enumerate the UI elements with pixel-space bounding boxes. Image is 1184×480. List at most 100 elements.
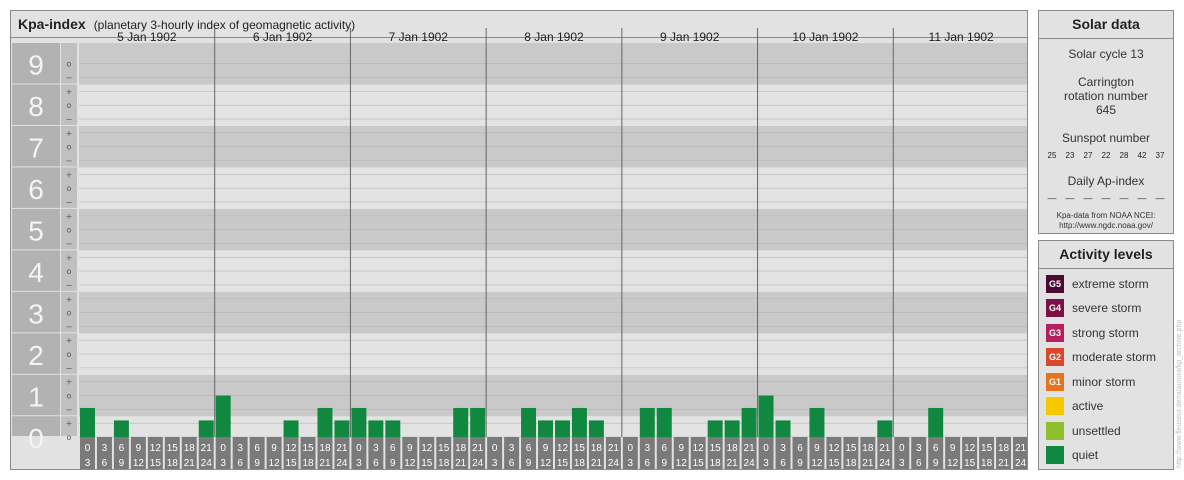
kp-bar bbox=[453, 407, 469, 437]
interval-end-label: 6 bbox=[780, 458, 786, 469]
interval-end-label: 24 bbox=[1015, 458, 1027, 469]
interval-start-label: 3 bbox=[237, 443, 243, 454]
interval-start-label: 18 bbox=[862, 443, 874, 454]
interval-end-label: 24 bbox=[201, 458, 213, 469]
interval-end-label: 3 bbox=[85, 458, 91, 469]
interval-end-label: 6 bbox=[509, 458, 515, 469]
sunspot-value: 22 bbox=[1101, 151, 1111, 160]
kp-bar bbox=[80, 407, 95, 437]
interval-start-label: 12 bbox=[964, 443, 976, 454]
interval-start-label: 9 bbox=[543, 443, 549, 454]
activity-level-item: G1 minor storm bbox=[1039, 372, 1173, 392]
interval-end-label: 15 bbox=[285, 458, 297, 469]
kp-bar bbox=[198, 420, 214, 437]
interval-end-label: 21 bbox=[727, 458, 739, 469]
day-label: 11 Jan 1902 bbox=[929, 30, 994, 44]
interval-end-label: 21 bbox=[998, 458, 1010, 469]
level-label: strong storm bbox=[1072, 325, 1139, 340]
level-swatch: G5 bbox=[1046, 274, 1064, 293]
interval-end-label: 3 bbox=[220, 458, 226, 469]
source-line-1: Kpa-data from NOAA NCEI: bbox=[1056, 211, 1156, 220]
kp-bar bbox=[470, 407, 486, 437]
kp-bar bbox=[334, 420, 350, 437]
level-label: extreme storm bbox=[1072, 276, 1149, 291]
interval-end-label: 6 bbox=[373, 458, 379, 469]
interval-end-label: 3 bbox=[763, 458, 769, 469]
interval-start-label: 0 bbox=[220, 443, 226, 454]
activity-level-item: quiet bbox=[1039, 445, 1173, 465]
ap-index-value: –– bbox=[1065, 194, 1075, 203]
interval-start-label: 18 bbox=[184, 443, 196, 454]
kp-bar bbox=[775, 420, 791, 437]
interval-end-label: 18 bbox=[438, 458, 450, 469]
kp-bar-chart: 0123456789+o+o−+o−+o−+o−+o−+o−+o−+o−o−5 … bbox=[11, 28, 1027, 469]
interval-start-label: 18 bbox=[998, 443, 1010, 454]
level-swatch bbox=[1046, 421, 1064, 440]
activity-levels-title: Activity levels bbox=[1039, 241, 1173, 269]
level-label: quiet bbox=[1072, 448, 1099, 462]
interval-end-label: 12 bbox=[811, 458, 823, 469]
interval-end-label: 15 bbox=[828, 458, 840, 469]
interval-start-label: 18 bbox=[319, 443, 331, 454]
kp-bar bbox=[368, 420, 384, 437]
kp-bar bbox=[555, 420, 570, 437]
minor-tick-label: o bbox=[67, 101, 72, 110]
level-swatch bbox=[1046, 397, 1064, 415]
interval-start-label: 15 bbox=[710, 443, 722, 454]
sunspot-values: 25 23 27 22 28 42 37 bbox=[1039, 151, 1173, 160]
interval-start-label: 0 bbox=[763, 443, 769, 454]
interval-start-label: 15 bbox=[438, 443, 450, 454]
kp-bar bbox=[724, 420, 740, 437]
minor-tick-label: − bbox=[66, 281, 73, 290]
ap-index-values: –– –– –– –– –– –– –– bbox=[1039, 194, 1173, 203]
level-swatch: G2 bbox=[1046, 348, 1064, 366]
minor-tick-label: + bbox=[66, 378, 73, 387]
interval-end-label: 3 bbox=[899, 458, 905, 469]
minor-tick-label: − bbox=[66, 198, 73, 207]
interval-end-label: 6 bbox=[102, 458, 108, 469]
minor-tick-label: + bbox=[66, 295, 73, 304]
kp-bar bbox=[639, 407, 655, 437]
minor-tick-label: o bbox=[67, 350, 72, 359]
sunspot-value: 37 bbox=[1155, 151, 1165, 160]
activity-level-item: G3 strong storm bbox=[1039, 323, 1173, 343]
minor-tick-label: + bbox=[66, 336, 73, 345]
minor-tick-label: o bbox=[67, 184, 72, 193]
interval-start-label: 12 bbox=[828, 443, 840, 454]
interval-start-label: 3 bbox=[645, 443, 651, 454]
kp-bar bbox=[741, 407, 757, 437]
interval-start-label: 12 bbox=[557, 443, 569, 454]
interval-start-label: 6 bbox=[661, 443, 667, 454]
interval-end-label: 21 bbox=[862, 458, 874, 469]
interval-start-label: 3 bbox=[102, 443, 108, 454]
minor-tick-label: o bbox=[67, 433, 72, 442]
level-swatch: G1 bbox=[1046, 372, 1064, 391]
y-tick-label: 7 bbox=[28, 133, 44, 164]
minor-tick-label: − bbox=[66, 74, 73, 83]
level-swatch bbox=[1046, 446, 1064, 464]
kp-bar bbox=[588, 420, 604, 437]
kp-bar bbox=[538, 420, 553, 437]
kp-bar bbox=[758, 395, 774, 437]
interval-end-label: 6 bbox=[237, 458, 243, 469]
minor-tick-label: o bbox=[67, 309, 72, 318]
activity-level-item: unsettled bbox=[1039, 421, 1173, 441]
interval-start-label: 6 bbox=[933, 443, 939, 454]
activity-level-item: G2 moderate storm bbox=[1039, 347, 1173, 367]
interval-end-label: 15 bbox=[693, 458, 705, 469]
interval-end-label: 18 bbox=[710, 458, 722, 469]
interval-start-label: 15 bbox=[167, 443, 179, 454]
interval-end-label: 9 bbox=[526, 458, 532, 469]
ap-index-value: –– bbox=[1137, 194, 1147, 203]
minor-tick-label: o bbox=[67, 60, 72, 69]
interval-start-label: 21 bbox=[608, 443, 620, 454]
interval-start-label: 21 bbox=[336, 443, 348, 454]
activity-level-item: G4 severe storm bbox=[1039, 298, 1173, 318]
level-label: unsettled bbox=[1072, 423, 1121, 438]
activity-level-list: G5 extreme storm G4 severe storm G3 strong st… bbox=[1039, 274, 1173, 466]
interval-end-label: 18 bbox=[302, 458, 314, 469]
interval-end-label: 15 bbox=[150, 458, 162, 469]
interval-end-label: 18 bbox=[981, 458, 993, 469]
ap-index-title: Daily Ap-index bbox=[1067, 174, 1145, 188]
interval-end-label: 9 bbox=[119, 458, 125, 469]
